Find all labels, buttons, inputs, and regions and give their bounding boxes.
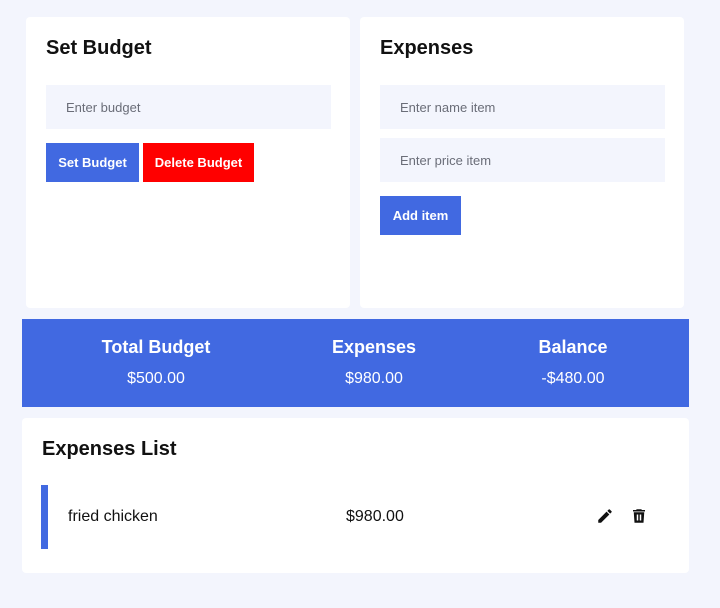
expenses-title: Expenses	[380, 37, 474, 59]
item-name-input[interactable]	[380, 85, 665, 129]
item-price-input[interactable]	[380, 138, 665, 182]
delete-budget-button[interactable]: Delete Budget	[143, 143, 254, 182]
summary-bar: Total Budget $500.00 Expenses $980.00 Ba…	[22, 319, 689, 407]
set-budget-card: Set Budget Set Budget Delete Budget	[26, 17, 350, 308]
set-budget-title: Set Budget	[46, 37, 152, 59]
expenses-summary: Expenses $980.00	[274, 337, 474, 388]
expenses-total-value: $980.00	[345, 370, 403, 387]
budget-input[interactable]	[46, 85, 331, 129]
set-budget-button[interactable]: Set Budget	[46, 143, 139, 182]
trash-icon[interactable]	[628, 506, 650, 528]
balance-summary: Balance -$480.00	[473, 337, 673, 388]
add-item-button[interactable]: Add item	[380, 196, 461, 235]
expenses-list-title: Expenses List	[42, 438, 177, 460]
list-item: fried chicken $980.00	[41, 485, 661, 549]
total-budget-summary: Total Budget $500.00	[56, 337, 256, 388]
expenses-total-label: Expenses	[331, 337, 417, 357]
total-budget-value: $500.00	[127, 370, 185, 387]
expenses-list-card: Expenses List fried chicken $980.00	[22, 418, 689, 573]
item-name: fried chicken	[68, 508, 158, 525]
balance-value: -$480.00	[541, 370, 605, 387]
pencil-icon[interactable]	[594, 506, 616, 528]
balance-label: Balance	[538, 337, 608, 357]
total-budget-label: Total Budget	[101, 337, 211, 357]
item-accent-bar	[41, 485, 48, 549]
expenses-card: Expenses Add item	[360, 17, 684, 308]
item-price: $980.00	[346, 508, 404, 525]
